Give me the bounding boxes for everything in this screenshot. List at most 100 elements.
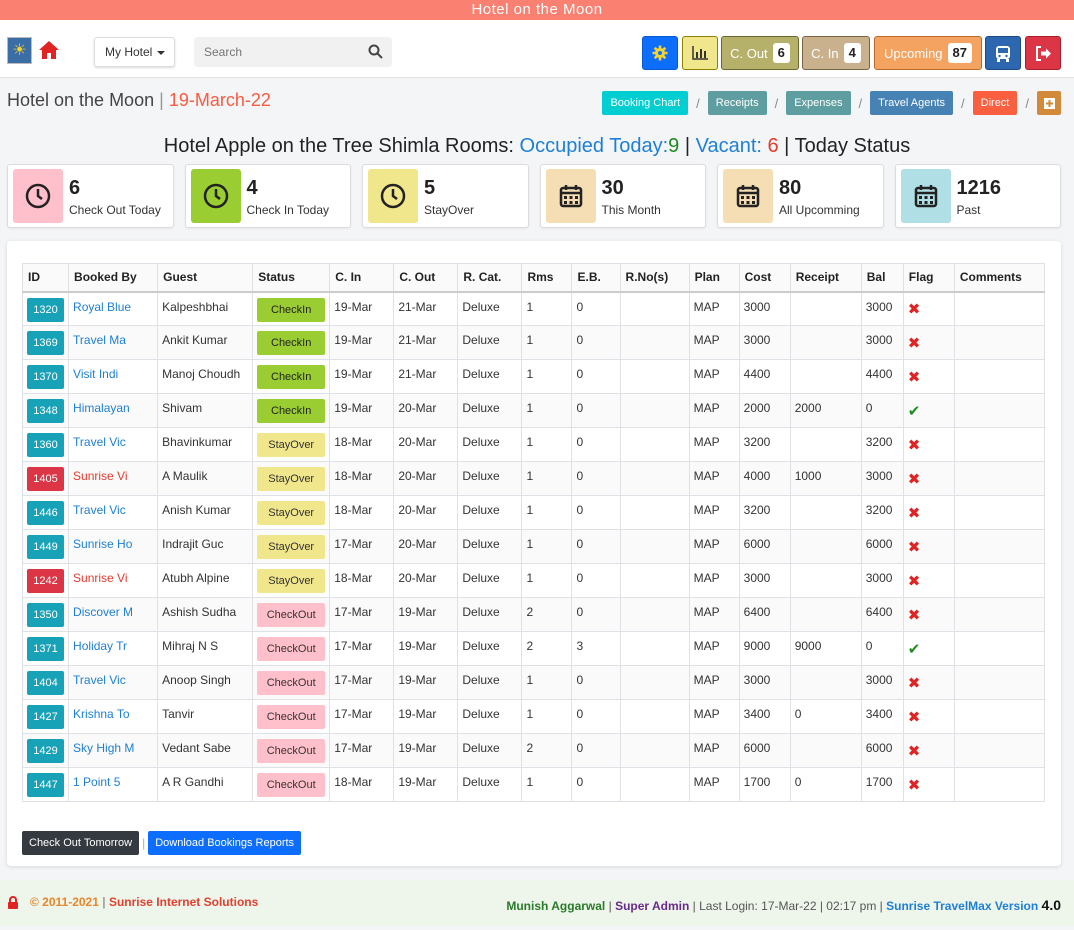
status-badge[interactable]: CheckOut [257,773,326,797]
booked-by-link[interactable]: Travel Vic [73,673,126,687]
status-badge[interactable]: CheckIn [257,297,326,322]
summary-card[interactable]: 1216 Past [894,164,1061,228]
upcoming-count-button[interactable]: Upcoming 87 [874,36,982,70]
logout-button[interactable] [1025,36,1061,70]
booking-id-button[interactable]: 1447 [27,773,64,797]
booking-id-button[interactable]: 1371 [27,637,64,661]
checkout-count-button[interactable]: C. Out 6 [721,36,799,70]
status-badge[interactable]: CheckOut [257,739,326,763]
column-header[interactable]: Bal [860,263,904,293]
cell-balance: 1700 [860,767,904,802]
cell-balance: 3200 [860,427,904,462]
status-badge[interactable]: CheckOut [257,637,326,661]
booking-id-button[interactable]: 1427 [27,705,64,729]
column-header[interactable]: Receipt [789,263,862,293]
cell-cost: 6000 [738,733,791,768]
status-badge[interactable]: CheckOut [257,603,326,627]
status-badge[interactable]: StayOver [257,467,326,491]
booked-by-link[interactable]: Sky High M [73,741,134,755]
booked-by-link[interactable]: Discover M [73,605,133,619]
booking-id-button[interactable]: 1370 [27,365,64,389]
column-header[interactable]: Guest [157,263,254,293]
cell-id: 1405 [21,461,70,496]
booking-id-button[interactable]: 1320 [27,297,64,322]
column-header[interactable]: ID [21,263,70,293]
product-name[interactable]: Sunrise TravelMax Version [886,899,1038,913]
booked-by-link[interactable]: Holiday Tr [73,639,127,653]
column-header[interactable]: C. In [329,263,395,293]
search-icon[interactable] [368,44,383,59]
sunrise-logo[interactable]: ☀ [7,37,32,64]
status-badge[interactable]: StayOver [257,501,326,525]
company-link[interactable]: Sunrise Internet Solutions [109,895,258,909]
column-header[interactable]: Booked By [68,263,159,293]
check-out-tomorrow-button[interactable]: Check Out Tomorrow [22,831,140,855]
summary-card[interactable]: 80 All Upcomming [717,164,884,228]
status-badge[interactable]: StayOver [257,569,326,593]
status-badge[interactable]: StayOver [257,433,326,457]
booked-by-link[interactable]: 1 Point 5 [73,775,120,789]
booked-by-link[interactable]: Travel Ma [73,333,126,347]
column-header[interactable]: Rms [521,263,573,293]
column-header[interactable]: R. Cat. [457,263,523,293]
column-header[interactable]: R.No(s) [619,263,690,293]
settings-button[interactable] [642,36,678,70]
booking-id-button[interactable]: 1348 [27,399,64,423]
booked-by-link[interactable]: Visit Indi [73,367,118,381]
booking-id-button[interactable]: 1404 [27,671,64,695]
status-badge[interactable]: CheckOut [257,671,326,695]
reports-chart-button[interactable] [682,36,718,70]
booked-by-link[interactable]: Sunrise Vi [73,469,127,483]
booking-id-button[interactable]: 1360 [27,433,64,457]
column-header[interactable]: E.B. [571,263,621,293]
booked-by-link[interactable]: Sunrise Vi [73,571,127,585]
column-header[interactable]: Status [252,263,331,293]
booking-id-button[interactable]: 1446 [27,501,64,525]
hotel-dropdown[interactable]: My Hotel [94,37,175,67]
booked-by-link[interactable]: Royal Blue [73,300,131,314]
expenses-button[interactable]: Expenses [786,91,851,115]
booked-by-link[interactable]: Krishna To [73,707,129,721]
booked-by-link[interactable]: Sunrise Ho [73,537,132,551]
download-bookings-reports-button[interactable]: Download Bookings Reports [148,831,302,855]
booking-id-button[interactable]: 1350 [27,603,64,627]
checkin-count-button[interactable]: C. In 4 [802,36,870,70]
booking-id-button[interactable]: 1429 [27,739,64,763]
summary-card[interactable]: 30 This Month [539,164,706,228]
booked-by-link[interactable]: Travel Vic [73,435,126,449]
summary-card[interactable]: 4 Check In Today [184,164,351,228]
column-header[interactable]: Flag [902,263,955,293]
travel-agents-button[interactable]: Travel Agents [870,91,954,115]
status-badge[interactable]: CheckIn [257,365,326,389]
booking-chart-button[interactable]: Booking Chart [602,91,689,115]
cell-guest: Bhavinkumar [157,427,254,462]
column-header[interactable]: Plan [688,263,740,293]
booked-by-link[interactable]: Himalayan [73,401,130,415]
booking-id-button[interactable]: 1242 [27,569,64,593]
summary-card-label: Check Out Today [69,202,161,217]
cell-rooms: 2 [521,733,573,768]
receipts-button[interactable]: Receipts [707,91,767,115]
cell-room-numbers [619,631,690,666]
home-icon[interactable] [38,40,60,60]
add-booking-button[interactable] [1037,91,1061,115]
status-badge[interactable]: CheckIn [257,331,326,355]
summary-card[interactable]: 6 Check Out Today [7,164,174,228]
status-badge[interactable]: CheckIn [257,399,326,423]
booking-id-button[interactable]: 1369 [27,331,64,355]
transport-button[interactable] [985,36,1021,70]
booked-by-link[interactable]: Travel Vic [73,503,126,517]
status-badge[interactable]: StayOver [257,535,326,559]
booking-id-button[interactable]: 1449 [27,535,64,559]
column-header[interactable]: C. Out [393,263,459,293]
direct-button[interactable]: Direct [972,91,1018,115]
summary-card[interactable]: 5 StayOver [362,164,529,228]
search-input[interactable] [194,37,354,67]
column-header[interactable]: Comments [953,263,1046,293]
column-header[interactable]: Cost [738,263,791,293]
status-badge[interactable]: CheckOut [257,705,326,729]
cell-status: CheckOut [252,699,331,734]
cell-balance: 4400 [860,359,904,394]
cell-guest: Anoop Singh [157,665,254,700]
booking-id-button[interactable]: 1405 [27,467,64,491]
